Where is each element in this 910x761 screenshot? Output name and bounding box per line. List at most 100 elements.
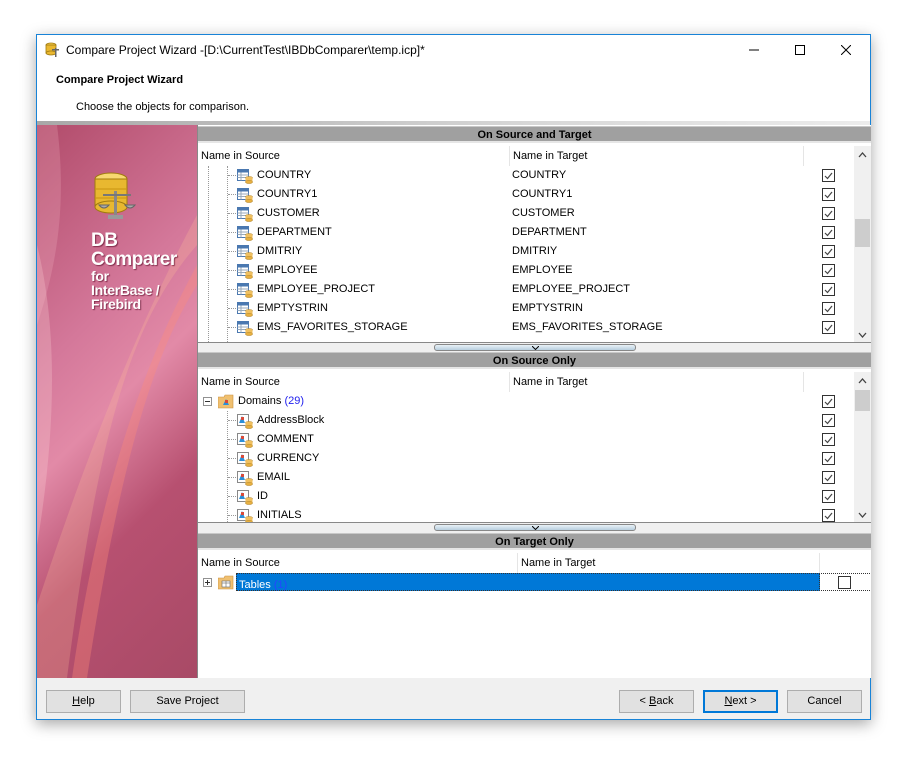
table-row[interactable]: ID — [198, 487, 855, 506]
include-checkbox[interactable] — [822, 226, 835, 239]
target-name: EMPLOYEE_PROJECT — [512, 283, 630, 295]
next-button[interactable]: Next > — [703, 690, 778, 713]
vertical-scrollbar[interactable] — [854, 372, 871, 522]
tree-line — [228, 420, 236, 421]
tree-line — [228, 251, 236, 252]
tree-line — [228, 270, 236, 271]
back-button[interactable]: < Back — [619, 690, 694, 713]
source-name: COUNTRY1 — [257, 188, 318, 200]
maximize-button[interactable] — [777, 35, 823, 65]
wizard-header: Compare Project Wizard Choose the object… — [37, 66, 870, 121]
include-checkbox[interactable] — [822, 207, 835, 220]
source-name: DMITRIY — [257, 245, 303, 257]
section-splitter[interactable] — [434, 344, 636, 351]
close-button[interactable] — [823, 35, 869, 65]
table-row[interactable]: CURRENCY — [198, 449, 855, 468]
source-name: CURRENCY — [257, 452, 320, 464]
domain-icon — [237, 470, 253, 486]
grid-source-and-target: Name in Source Name in Target COUNTRY COU… — [198, 146, 871, 343]
target-name: DEPARTMENT — [512, 226, 587, 238]
tree-line — [228, 458, 236, 459]
tree-line — [228, 515, 236, 516]
comparison-content: On Source and Target Name in Source Name… — [197, 125, 871, 678]
table-row[interactable]: CUSTOMER CUSTOMER — [198, 204, 855, 223]
help-button-label: elp — [80, 695, 95, 707]
table-row[interactable]: EMS_FAVORITES_STORAGE EMS_FAVORITES_STORA… — [198, 318, 855, 337]
tree-line — [228, 232, 236, 233]
section-header-source-only: On Source Only — [198, 352, 871, 369]
source-name: EMAIL — [257, 471, 291, 483]
selected-row-highlight[interactable]: Tables (1) — [236, 573, 820, 591]
cancel-button[interactable]: Cancel — [787, 690, 862, 713]
scrollbar-thumb[interactable] — [855, 390, 870, 411]
table-row[interactable]: EMPTYSTRIN EMPTYSTRIN — [198, 299, 855, 318]
vertical-scrollbar[interactable] — [854, 146, 871, 342]
wizard-title: Compare Project Wizard — [56, 74, 184, 86]
grid-source-only: Name in Source Name in Target Domains (2… — [198, 372, 871, 523]
table-row[interactable]: DEPARTMENT DEPARTMENT — [198, 223, 855, 242]
group-checkbox[interactable] — [822, 395, 835, 408]
table-row[interactable]: COUNTRY1 COUNTRY1 — [198, 185, 855, 204]
chevron-down-icon — [531, 525, 539, 530]
include-checkbox[interactable] — [822, 471, 835, 484]
table-row[interactable]: EMPLOYEE EMPLOYEE — [198, 261, 855, 280]
include-checkbox[interactable] — [822, 452, 835, 465]
table-icon — [237, 225, 253, 241]
table-icon — [237, 263, 253, 279]
include-checkbox[interactable] — [822, 245, 835, 258]
scrollbar-thumb[interactable] — [855, 219, 870, 247]
include-checkbox[interactable] — [822, 321, 835, 334]
scroll-up-arrow-icon[interactable] — [854, 372, 871, 389]
tree-line — [228, 213, 236, 214]
table-icon — [237, 187, 253, 203]
include-checkbox[interactable] — [822, 169, 835, 182]
app-icon — [45, 42, 59, 57]
window-title: Compare Project Wizard -[D:\CurrentTest\… — [66, 43, 425, 57]
include-checkbox[interactable] — [822, 188, 835, 201]
table-row[interactable]: INITIALS — [198, 506, 855, 522]
scroll-down-arrow-icon[interactable] — [854, 506, 871, 522]
collapse-toggle-icon[interactable] — [203, 397, 212, 406]
tree-group-domains[interactable]: Domains (29) — [198, 392, 855, 411]
include-checkbox[interactable] — [822, 283, 835, 296]
help-button[interactable]: Help — [46, 690, 121, 713]
column-name-in-source[interactable]: Name in Source — [198, 372, 510, 392]
table-row[interactable]: AddressBlock — [198, 411, 855, 430]
table-row[interactable]: EMPLOYEE_PROJECT EMPLOYEE_PROJECT — [198, 280, 855, 299]
column-name-in-target[interactable]: Name in Target — [510, 372, 804, 392]
column-name-in-target[interactable]: Name in Target — [518, 553, 820, 573]
group-checkbox[interactable] — [838, 576, 851, 589]
include-checkbox[interactable] — [822, 264, 835, 277]
target-name: EMPTYSTRIN — [512, 302, 583, 314]
include-checkbox[interactable] — [822, 490, 835, 503]
table-row[interactable]: COUNTRY COUNTRY — [198, 166, 855, 185]
group-count: (29) — [284, 395, 305, 407]
column-name-in-target[interactable]: Name in Target — [510, 146, 804, 166]
minimize-icon — [749, 49, 759, 51]
table-row[interactable]: DMITRIY DMITRIY — [198, 242, 855, 261]
include-checkbox[interactable] — [822, 414, 835, 427]
column-name-in-source[interactable]: Name in Source — [198, 553, 518, 573]
tree-line — [228, 327, 236, 328]
table-row[interactable]: COMMENT — [198, 430, 855, 449]
tree-line — [228, 175, 236, 176]
scroll-down-arrow-icon[interactable] — [854, 326, 871, 342]
scroll-up-arrow-icon[interactable] — [854, 146, 871, 163]
minimize-button[interactable] — [731, 35, 777, 65]
save-project-button[interactable]: Save Project — [130, 690, 245, 713]
expand-toggle-icon[interactable] — [203, 578, 212, 587]
include-checkbox[interactable] — [822, 433, 835, 446]
target-name: COUNTRY1 — [512, 188, 573, 200]
section-splitter[interactable] — [434, 524, 636, 531]
table-icon — [237, 282, 253, 298]
splitter-band — [198, 523, 871, 533]
include-checkbox[interactable] — [822, 509, 835, 522]
column-name-in-source[interactable]: Name in Source — [198, 146, 510, 166]
tree-group-tables[interactable]: Tables (1) — [198, 573, 871, 592]
domain-icon — [237, 432, 253, 448]
product-banner: DB Comparer for InterBase / Firebird — [37, 125, 197, 678]
table-row[interactable]: EMAIL — [198, 468, 855, 487]
include-checkbox[interactable] — [822, 302, 835, 315]
back-button-label: < Back — [639, 695, 674, 707]
group-label: Tables — [239, 579, 271, 591]
